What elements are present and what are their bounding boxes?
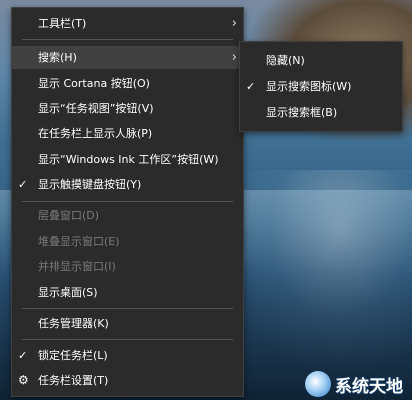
checkmark-icon: ✓ <box>18 178 28 191</box>
menu-item-task-manager[interactable]: 任务管理器(K) <box>12 312 243 335</box>
menu-item-label: 工具栏(T) <box>38 17 87 30</box>
chevron-right-icon: › <box>231 16 237 31</box>
menu-item-label: 显示“任务视图”按钮(V) <box>38 102 154 115</box>
menu-item-label: 显示桌面(S) <box>38 286 98 299</box>
menu-item-label: 任务管理器(K) <box>38 317 109 330</box>
menu-item-show-cortana[interactable]: 显示 Cortana 按钮(O) <box>12 72 243 95</box>
menu-item-label: 显示 Cortana 按钮(O) <box>38 77 150 90</box>
submenu-item-label: 隐藏(N) <box>266 54 305 67</box>
watermark-text: 系统天地 <box>335 376 403 397</box>
menu-separator <box>22 308 233 309</box>
menu-item-lock-taskbar[interactable]: ✓ 锁定任务栏(L) <box>12 344 243 367</box>
checkmark-icon: ✓ <box>18 349 28 362</box>
menu-item-search[interactable]: 搜索(H) › <box>12 46 243 69</box>
menu-item-show-task-view[interactable]: 显示“任务视图”按钮(V) <box>12 97 243 120</box>
submenu-item-label: 显示搜索图标(W) <box>266 80 352 93</box>
menu-item-label: 显示“Windows Ink 工作区”按钮(W) <box>38 153 219 166</box>
chevron-right-icon: › <box>231 50 237 65</box>
menu-item-label: 锁定任务栏(L) <box>38 349 108 362</box>
menu-item-stack-windows: 堆叠显示窗口(E) <box>12 230 243 253</box>
menu-item-label: 堆叠显示窗口(E) <box>38 235 120 248</box>
menu-separator <box>22 339 233 340</box>
search-submenu: 隐藏(N) ✓ 显示搜索图标(W) 显示搜索框(B) <box>239 41 403 132</box>
menu-item-label: 并排显示窗口(I) <box>38 260 116 273</box>
menu-item-taskbar-settings[interactable]: ⚙ 任务栏设置(T) <box>12 369 243 392</box>
watermark-logo-icon <box>305 371 331 397</box>
menu-separator <box>22 201 233 202</box>
menu-item-show-desktop[interactable]: 显示桌面(S) <box>12 281 243 304</box>
menu-item-label: 搜索(H) <box>38 51 77 64</box>
menu-item-cascade-windows: 层叠窗口(D) <box>12 204 243 227</box>
menu-item-label: 在任务栏上显示人脉(P) <box>38 127 153 140</box>
menu-item-label: 任务栏设置(T) <box>38 374 109 387</box>
menu-item-label: 层叠窗口(D) <box>38 209 100 222</box>
submenu-item-show-search-box[interactable]: 显示搜索框(B) <box>240 101 402 124</box>
menu-item-show-people[interactable]: 在任务栏上显示人脉(P) <box>12 122 243 145</box>
submenu-item-show-search-icon[interactable]: ✓ 显示搜索图标(W) <box>240 75 402 98</box>
menu-item-toolbars[interactable]: 工具栏(T) › <box>12 12 243 35</box>
submenu-item-label: 显示搜索框(B) <box>266 106 338 119</box>
gear-icon: ⚙ <box>18 373 29 387</box>
menu-item-label: 显示触摸键盘按钮(Y) <box>38 178 142 191</box>
menu-separator <box>22 39 233 40</box>
submenu-item-hidden[interactable]: 隐藏(N) <box>240 49 402 72</box>
watermark: 系统天地 <box>305 368 412 400</box>
menu-item-show-touch-keyboard[interactable]: ✓ 显示触摸键盘按钮(Y) <box>12 173 243 196</box>
checkmark-icon: ✓ <box>246 80 256 93</box>
menu-item-side-by-side: 并排显示窗口(I) <box>12 255 243 278</box>
menu-item-show-windows-ink[interactable]: 显示“Windows Ink 工作区”按钮(W) <box>12 148 243 171</box>
taskbar-context-menu: 工具栏(T) › 搜索(H) › 显示 Cortana 按钮(O) 显示“任务视… <box>11 7 244 397</box>
